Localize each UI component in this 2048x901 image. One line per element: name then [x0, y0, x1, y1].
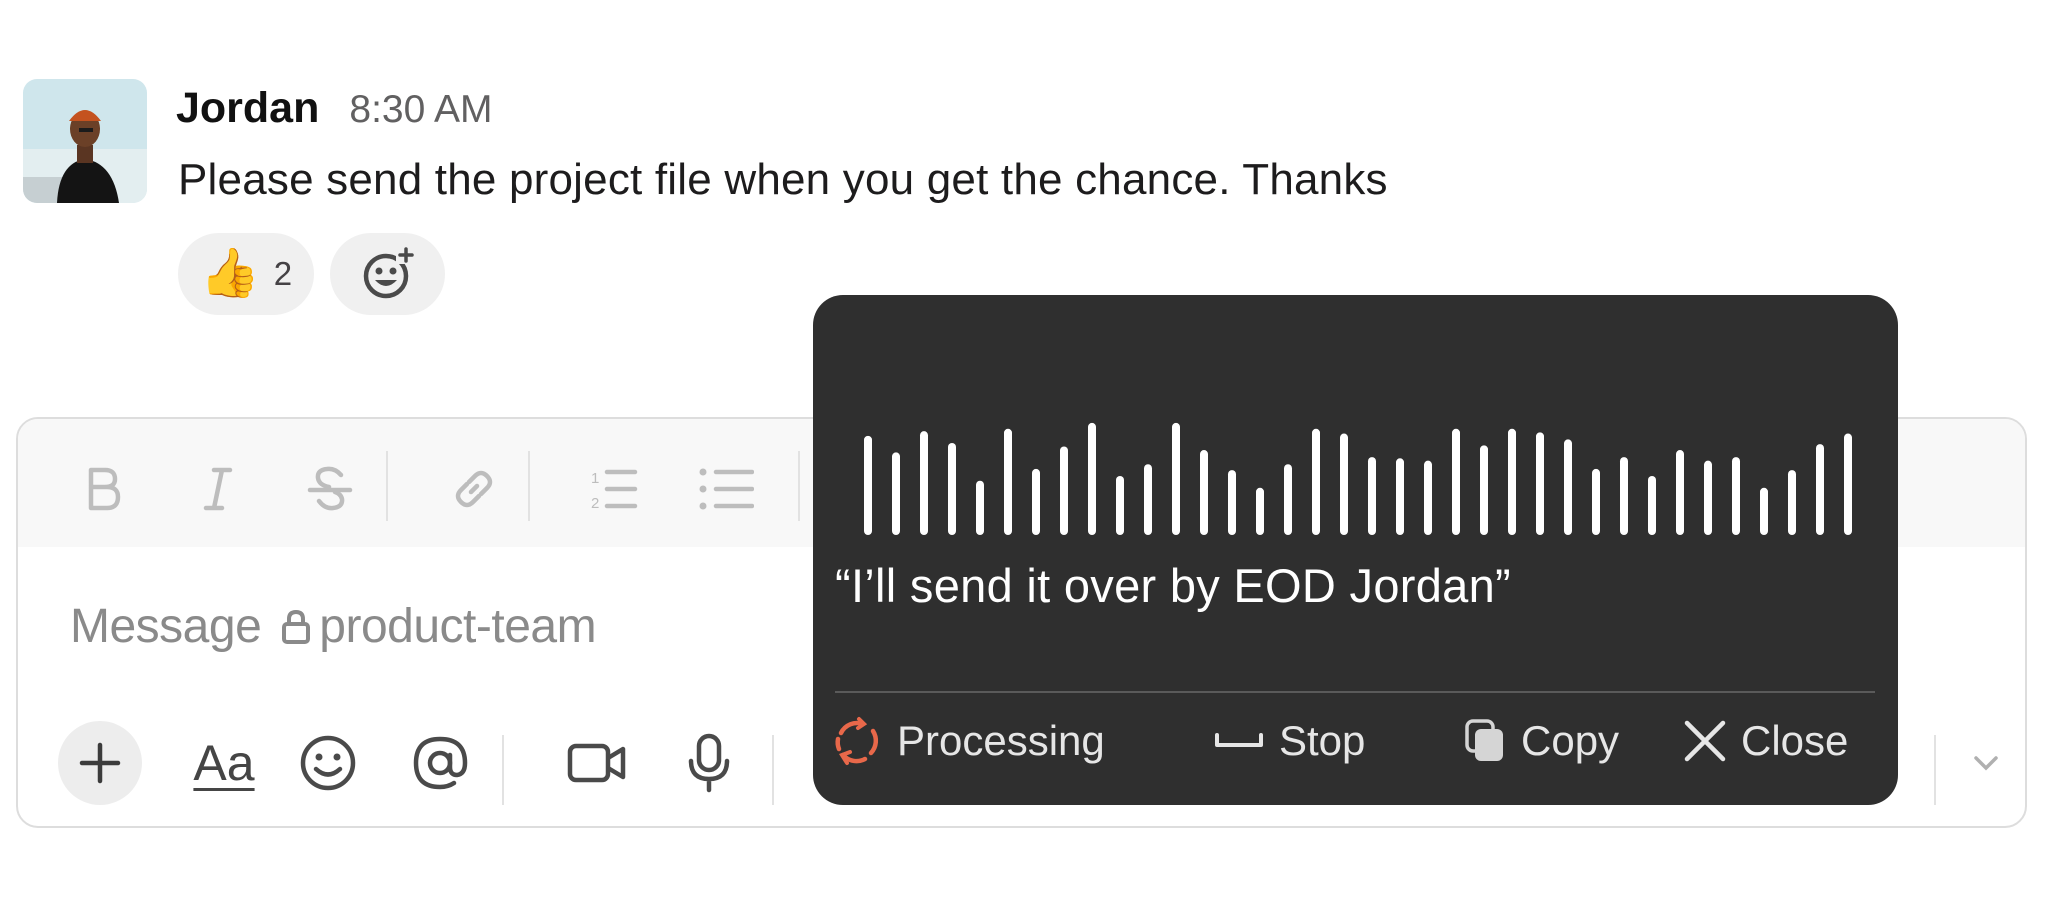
waveform-bar: [1284, 464, 1292, 535]
lock-icon: [281, 609, 311, 645]
spacebar-icon: [1213, 729, 1265, 753]
chevron-down-icon: [1974, 756, 1998, 771]
bold-button[interactable]: [73, 459, 133, 519]
channel-name: product-team: [319, 600, 597, 653]
waveform-bar: [1844, 433, 1852, 535]
waveform-bar: [1368, 457, 1376, 535]
waveform-bar: [1648, 476, 1656, 535]
mention-button[interactable]: [398, 721, 482, 805]
close-icon: [1683, 719, 1727, 763]
waveform-bar: [976, 480, 984, 535]
send-options-button[interactable]: [1956, 721, 2016, 805]
waveform-bar: [1424, 460, 1432, 535]
waveform-bar: [1116, 476, 1124, 535]
audio-waveform: [864, 422, 1852, 535]
svg-text:1: 1: [591, 470, 599, 487]
add-reaction-button[interactable]: [330, 233, 445, 315]
waveform-bar: [1340, 433, 1348, 535]
strikethrough-icon: [307, 466, 353, 511]
waveform-bar: [1564, 439, 1572, 535]
microphone-icon: [688, 733, 730, 793]
message-input[interactable]: Message product-team: [70, 599, 597, 654]
waveform-bar: [1200, 450, 1208, 535]
bulleted-list-icon: [699, 468, 754, 510]
video-button[interactable]: [555, 721, 639, 805]
waveform-bar: [1088, 422, 1096, 535]
link-button[interactable]: [444, 459, 504, 519]
waveform-bar: [920, 431, 928, 535]
waveform-bar: [1620, 457, 1628, 535]
transcript-text: “I’ll send it over by EOD Jordan”: [835, 559, 1511, 612]
placeholder-text: Message: [70, 600, 262, 653]
waveform-bar: [1228, 470, 1236, 535]
text-format-button[interactable]: Aa: [169, 721, 279, 805]
strikethrough-button[interactable]: [300, 459, 360, 519]
close-label: Close: [1741, 717, 1849, 764]
message-header: Jordan 8:30 AM: [176, 84, 492, 133]
waveform-bar: [1536, 432, 1544, 535]
waveform-bar: [1060, 446, 1068, 535]
attach-button[interactable]: [58, 721, 142, 805]
waveform-bar: [892, 452, 900, 535]
avatar[interactable]: [23, 79, 147, 203]
thumbs-up-icon: 👍: [199, 247, 260, 300]
text-format-label: Aa: [193, 735, 255, 791]
stop-label: Stop: [1279, 717, 1366, 764]
waveform-bar: [1704, 460, 1712, 535]
waveform-bar: [1760, 487, 1768, 535]
emoji-icon: [300, 735, 356, 791]
processing-icon: [831, 715, 883, 767]
plus-icon: [79, 742, 121, 784]
waveform-bar: [1312, 428, 1320, 535]
waveform-bar: [948, 442, 956, 535]
message-timestamp[interactable]: 8:30 AM: [349, 88, 492, 132]
svg-text:2: 2: [591, 495, 599, 512]
italic-icon: [203, 467, 233, 511]
video-icon: [567, 743, 626, 783]
stop-button[interactable]: Stop: [1213, 705, 1365, 777]
waveform-bar: [1144, 464, 1152, 535]
link-icon: [455, 470, 493, 508]
numbered-list-button[interactable]: 1 2: [584, 459, 644, 519]
waveform-bar: [1480, 445, 1488, 535]
reaction-thumbs-up[interactable]: 👍 2: [178, 233, 314, 315]
bulleted-list-button[interactable]: [696, 459, 756, 519]
waveform-bar: [1256, 487, 1264, 535]
reaction-count: 2: [273, 255, 293, 292]
close-button[interactable]: Close: [1683, 705, 1848, 777]
microphone-button[interactable]: [667, 721, 751, 805]
processing-status: Processing: [831, 705, 1105, 777]
message-text: Please send the project file when you ge…: [178, 155, 1388, 204]
waveform-bar: [1032, 468, 1040, 535]
dictation-overlay: “I’ll send it over by EOD Jordan” Proces…: [813, 295, 1898, 805]
avatar-image: [23, 79, 147, 203]
processing-label: Processing: [897, 717, 1105, 764]
copy-icon: [1463, 717, 1507, 765]
waveform-bar: [1788, 470, 1796, 535]
italic-button[interactable]: [188, 459, 248, 519]
waveform-bar: [1396, 458, 1404, 535]
waveform-bar: [1816, 444, 1824, 535]
copy-button[interactable]: Copy: [1463, 705, 1619, 777]
numbered-list-icon: 1 2: [591, 469, 638, 512]
add-reaction-icon: [363, 246, 416, 299]
overlay-divider: [835, 691, 1875, 693]
waveform-bar: [1592, 468, 1600, 535]
mention-icon: [413, 736, 468, 790]
waveform-bar: [1732, 457, 1740, 535]
message-author[interactable]: Jordan: [176, 84, 319, 133]
waveform-bar: [1452, 428, 1460, 535]
waveform-bar: [1172, 422, 1180, 535]
waveform-bar: [864, 435, 872, 535]
bold-icon: [88, 467, 121, 511]
emoji-button[interactable]: [286, 721, 370, 805]
waveform-bar: [1676, 450, 1684, 535]
waveform-bar: [1508, 428, 1516, 535]
waveform-bar: [1004, 428, 1012, 535]
copy-label: Copy: [1521, 717, 1620, 764]
